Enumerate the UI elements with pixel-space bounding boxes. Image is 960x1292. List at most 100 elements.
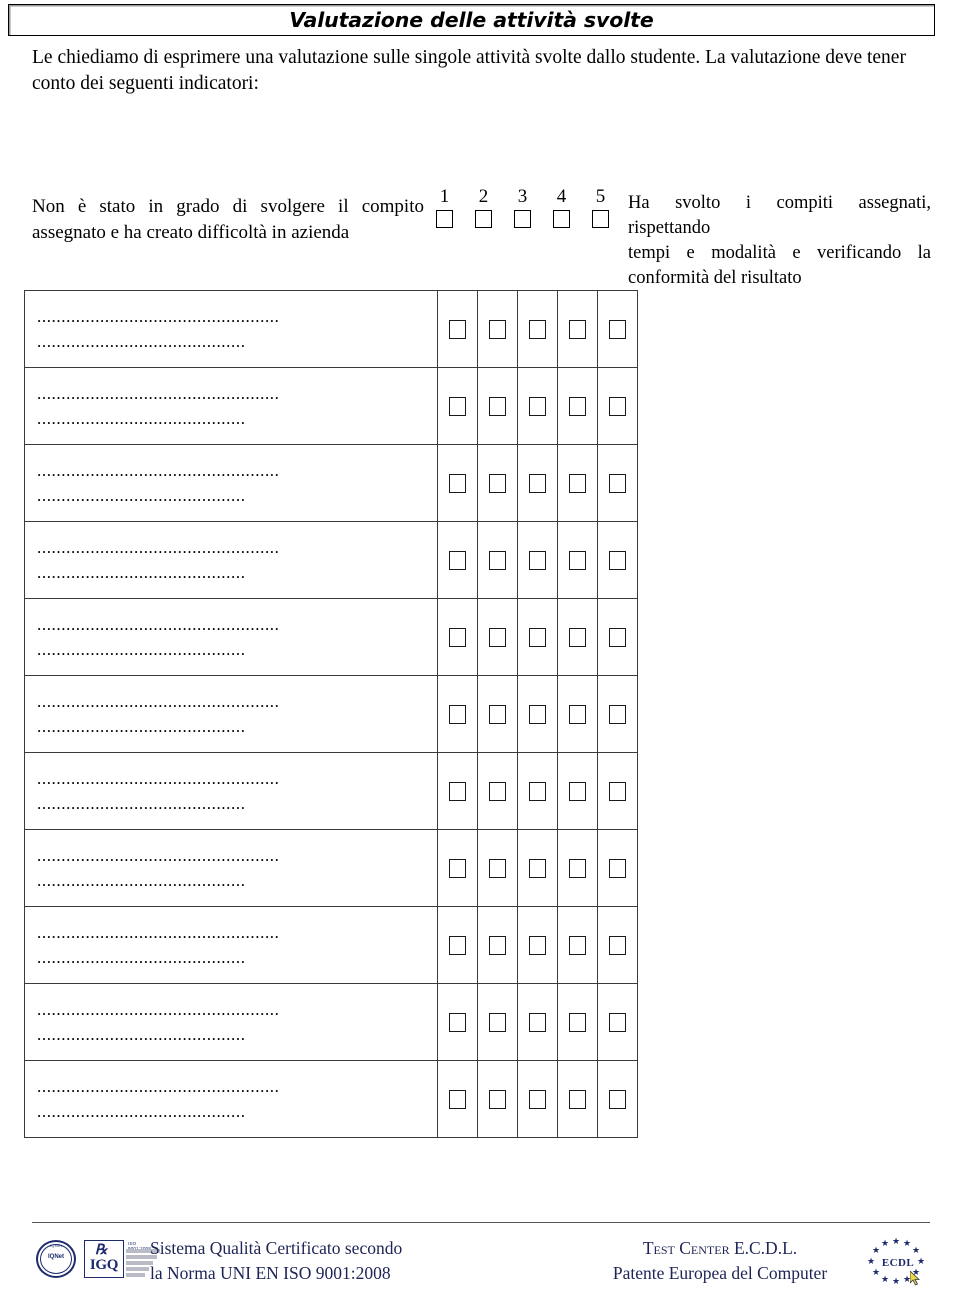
rating-cell-1[interactable]	[437, 521, 478, 599]
rating-cell-4[interactable]	[557, 829, 598, 907]
rating-checkbox-1[interactable]	[449, 1089, 466, 1109]
rating-checkbox-1[interactable]	[449, 781, 466, 801]
rating-cell-5[interactable]	[597, 598, 638, 676]
rating-cell-2[interactable]	[477, 752, 518, 830]
rating-checkbox-1[interactable]	[449, 704, 466, 724]
rating-cell-1[interactable]	[437, 906, 478, 984]
rating-checkbox-5[interactable]	[609, 396, 626, 416]
rating-cell-3[interactable]	[517, 290, 558, 368]
rating-checkbox-5[interactable]	[609, 473, 626, 493]
rating-cell-4[interactable]	[557, 1060, 598, 1138]
rating-checkbox-4[interactable]	[569, 627, 586, 647]
rating-checkbox-5[interactable]	[609, 935, 626, 955]
rating-cell-2[interactable]	[477, 367, 518, 445]
rating-checkbox-1[interactable]	[449, 935, 466, 955]
activity-description-cell[interactable]: ........................................…	[24, 367, 438, 445]
rating-cell-3[interactable]	[517, 521, 558, 599]
activity-description-cell[interactable]: ........................................…	[24, 598, 438, 676]
rating-cell-5[interactable]	[597, 829, 638, 907]
rating-cell-3[interactable]	[517, 444, 558, 522]
activity-description-cell[interactable]: ........................................…	[24, 1060, 438, 1138]
rating-cell-1[interactable]	[437, 752, 478, 830]
rating-cell-3[interactable]	[517, 1060, 558, 1138]
legend-checkbox-4[interactable]	[553, 210, 570, 228]
rating-cell-2[interactable]	[477, 906, 518, 984]
rating-checkbox-2[interactable]	[489, 627, 506, 647]
rating-checkbox-3[interactable]	[529, 319, 546, 339]
rating-cell-3[interactable]	[517, 367, 558, 445]
rating-checkbox-4[interactable]	[569, 319, 586, 339]
rating-checkbox-4[interactable]	[569, 550, 586, 570]
rating-cell-1[interactable]	[437, 444, 478, 522]
rating-checkbox-5[interactable]	[609, 550, 626, 570]
rating-checkbox-1[interactable]	[449, 319, 466, 339]
legend-checkbox-2[interactable]	[475, 210, 492, 228]
rating-checkbox-2[interactable]	[489, 781, 506, 801]
rating-checkbox-2[interactable]	[489, 935, 506, 955]
rating-cell-1[interactable]	[437, 983, 478, 1061]
rating-checkbox-5[interactable]	[609, 704, 626, 724]
rating-cell-2[interactable]	[477, 1060, 518, 1138]
rating-checkbox-5[interactable]	[609, 858, 626, 878]
rating-cell-1[interactable]	[437, 598, 478, 676]
rating-cell-1[interactable]	[437, 829, 478, 907]
rating-cell-5[interactable]	[597, 675, 638, 753]
rating-checkbox-3[interactable]	[529, 473, 546, 493]
rating-checkbox-4[interactable]	[569, 1089, 586, 1109]
activity-description-cell[interactable]: ........................................…	[24, 752, 438, 830]
rating-checkbox-5[interactable]	[609, 1012, 626, 1032]
rating-cell-5[interactable]	[597, 290, 638, 368]
rating-checkbox-3[interactable]	[529, 396, 546, 416]
rating-cell-3[interactable]	[517, 752, 558, 830]
rating-cell-5[interactable]	[597, 521, 638, 599]
rating-cell-1[interactable]	[437, 367, 478, 445]
rating-cell-1[interactable]	[437, 675, 478, 753]
rating-checkbox-2[interactable]	[489, 1012, 506, 1032]
rating-checkbox-3[interactable]	[529, 627, 546, 647]
rating-cell-2[interactable]	[477, 675, 518, 753]
rating-cell-4[interactable]	[557, 444, 598, 522]
rating-checkbox-2[interactable]	[489, 396, 506, 416]
rating-checkbox-2[interactable]	[489, 319, 506, 339]
rating-checkbox-1[interactable]	[449, 1012, 466, 1032]
rating-cell-2[interactable]	[477, 598, 518, 676]
rating-checkbox-5[interactable]	[609, 627, 626, 647]
rating-checkbox-5[interactable]	[609, 1089, 626, 1109]
rating-checkbox-3[interactable]	[529, 704, 546, 724]
legend-checkbox-5[interactable]	[592, 210, 609, 228]
rating-cell-4[interactable]	[557, 290, 598, 368]
rating-cell-5[interactable]	[597, 1060, 638, 1138]
rating-checkbox-4[interactable]	[569, 1012, 586, 1032]
rating-checkbox-2[interactable]	[489, 704, 506, 724]
rating-checkbox-4[interactable]	[569, 858, 586, 878]
rating-checkbox-4[interactable]	[569, 781, 586, 801]
rating-cell-4[interactable]	[557, 675, 598, 753]
rating-checkbox-5[interactable]	[609, 319, 626, 339]
activity-description-cell[interactable]: ........................................…	[24, 983, 438, 1061]
rating-cell-5[interactable]	[597, 367, 638, 445]
rating-checkbox-2[interactable]	[489, 550, 506, 570]
rating-checkbox-4[interactable]	[569, 473, 586, 493]
rating-checkbox-1[interactable]	[449, 858, 466, 878]
rating-cell-5[interactable]	[597, 906, 638, 984]
rating-cell-4[interactable]	[557, 367, 598, 445]
rating-cell-5[interactable]	[597, 444, 638, 522]
rating-cell-4[interactable]	[557, 752, 598, 830]
rating-checkbox-3[interactable]	[529, 858, 546, 878]
rating-cell-2[interactable]	[477, 521, 518, 599]
rating-checkbox-3[interactable]	[529, 550, 546, 570]
rating-cell-3[interactable]	[517, 983, 558, 1061]
legend-checkbox-3[interactable]	[514, 210, 531, 228]
rating-cell-4[interactable]	[557, 983, 598, 1061]
rating-cell-5[interactable]	[597, 983, 638, 1061]
rating-cell-2[interactable]	[477, 829, 518, 907]
activity-description-cell[interactable]: ........................................…	[24, 906, 438, 984]
rating-cell-3[interactable]	[517, 906, 558, 984]
rating-checkbox-1[interactable]	[449, 473, 466, 493]
rating-checkbox-2[interactable]	[489, 473, 506, 493]
rating-checkbox-1[interactable]	[449, 627, 466, 647]
rating-checkbox-1[interactable]	[449, 550, 466, 570]
rating-cell-2[interactable]	[477, 290, 518, 368]
rating-cell-1[interactable]	[437, 290, 478, 368]
rating-cell-2[interactable]	[477, 444, 518, 522]
